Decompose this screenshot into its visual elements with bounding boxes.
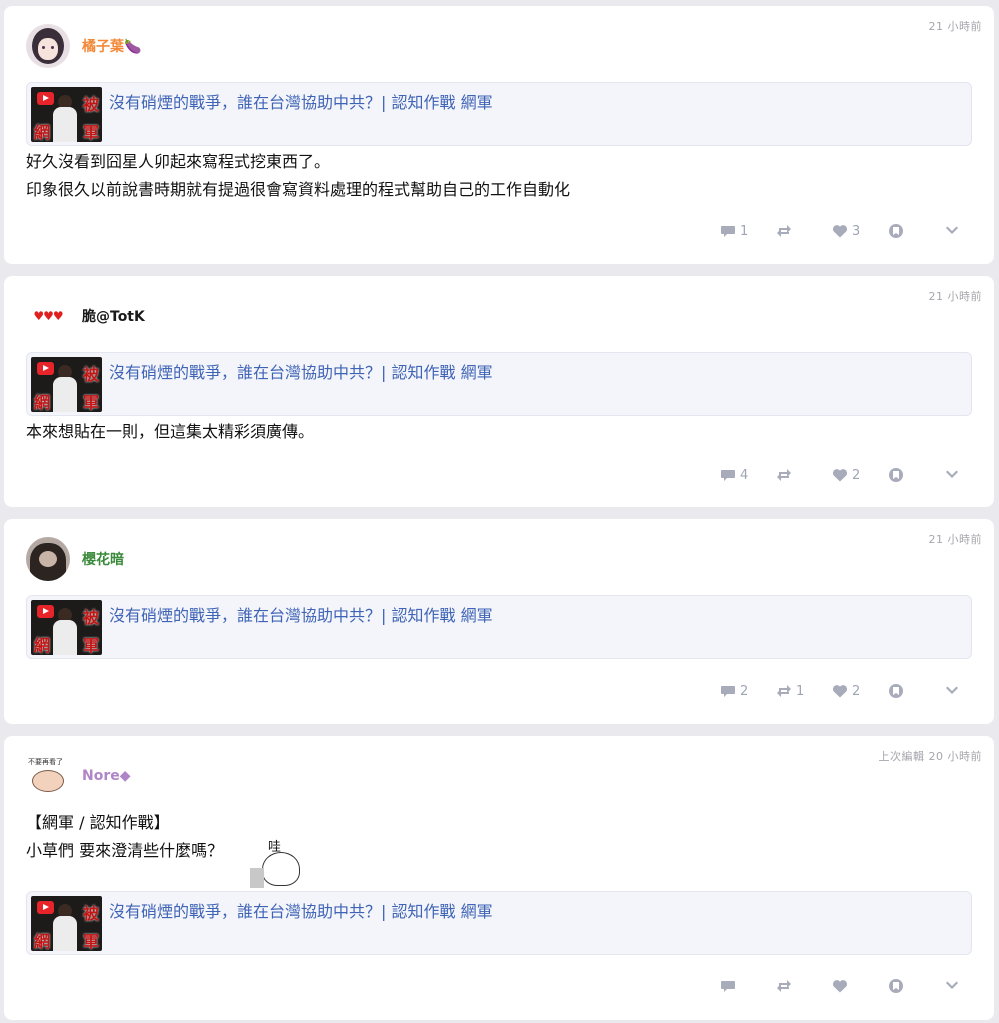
more-button[interactable] <box>944 467 964 483</box>
link-title[interactable]: 沒有硝煙的戰爭，誰在台灣協助中共？| 認知作戰 網軍 <box>109 898 493 922</box>
post-author[interactable]: 櫻花暗 <box>26 537 124 581</box>
reply-icon <box>721 470 735 481</box>
author-name[interactable]: 橘子葉🍆 <box>82 36 141 56</box>
post-content: 【網軍 / 認知作戰】 小草們 要來澄清些什麼嗎？ <box>26 813 224 860</box>
link-preview-card[interactable]: 被 網 軍 沒有硝煙的戰爭，誰在台灣協助中共？| 認知作戰 網軍 <box>26 82 972 146</box>
link-preview-card[interactable]: 被 網 軍 沒有硝煙的戰爭，誰在台灣協助中共？| 認知作戰 網軍 <box>26 352 972 416</box>
post-actions: 1 3 <box>720 221 964 241</box>
post-content: 好久沒看到囧星人卯起來寫程式挖東西了。 印象很久以前說書時期就有提過很會寫資料處… <box>26 152 571 199</box>
reply-button[interactable]: 2 <box>720 683 776 699</box>
link-title[interactable]: 沒有硝煙的戰爭，誰在台灣協助中共？| 認知作戰 網軍 <box>109 89 493 113</box>
play-icon <box>37 901 54 914</box>
video-thumbnail: 被 網 軍 <box>31 896 102 951</box>
post-time[interactable]: 上次編輯 20 小時前 <box>879 748 983 764</box>
chevron-down-icon <box>946 981 958 989</box>
more-button[interactable] <box>944 223 964 239</box>
bookmark-button[interactable] <box>888 223 944 239</box>
boost-icon <box>777 685 791 697</box>
post-actions: 4 2 <box>720 465 964 485</box>
more-button[interactable] <box>944 683 964 699</box>
post-actions: 2 1 2 <box>720 681 964 701</box>
avatar[interactable]: ♥♥♥ <box>26 294 70 338</box>
boost-button[interactable] <box>776 223 832 239</box>
reply-icon <box>721 981 735 992</box>
video-thumbnail: 被 網 軍 <box>31 357 102 412</box>
reply-button[interactable] <box>720 978 776 994</box>
video-thumbnail: 被 網 軍 <box>31 600 102 655</box>
avatar[interactable] <box>26 24 70 68</box>
post-card: 上次編輯 20 小時前 不要再看了 Nore◆ 【網軍 / 認知作戰】 小草們 … <box>4 736 994 1020</box>
video-thumbnail: 被 網 軍 <box>31 87 102 142</box>
bookmark-button[interactable] <box>888 683 944 699</box>
like-button[interactable]: 2 <box>832 683 888 699</box>
heart-icon <box>832 980 848 993</box>
post-time[interactable]: 21 小時前 <box>929 18 983 34</box>
link-title[interactable]: 沒有硝煙的戰爭，誰在台灣協助中共？| 認知作戰 網軍 <box>109 359 493 383</box>
post-actions <box>720 976 964 996</box>
post-content: 本來想貼在一則，但這集太精彩須廣傳。 <box>26 422 315 441</box>
reply-icon <box>721 686 735 697</box>
post-author[interactable]: 橘子葉🍆 <box>26 24 141 68</box>
reply-button[interactable]: 1 <box>720 223 776 239</box>
post-card: 21 小時前 橘子葉🍆 被 網 軍 沒有硝煙的戰爭，誰在台灣協助中共？| 認知作… <box>4 6 994 264</box>
bookmark-button[interactable] <box>888 467 944 483</box>
play-icon <box>37 605 54 618</box>
post-author[interactable]: 不要再看了 Nore◆ <box>26 754 131 798</box>
boost-button[interactable] <box>776 978 832 994</box>
more-button[interactable] <box>944 978 964 994</box>
author-name[interactable]: 櫻花暗 <box>82 549 124 569</box>
sticker-image: 哇 <box>250 836 304 888</box>
play-icon <box>37 92 54 105</box>
post-time[interactable]: 21 小時前 <box>929 531 983 547</box>
like-button[interactable] <box>832 978 888 994</box>
heart-icon <box>832 469 848 482</box>
boost-button[interactable]: 1 <box>776 683 832 699</box>
link-preview-card[interactable]: 被 網 軍 沒有硝煙的戰爭，誰在台灣協助中共？| 認知作戰 網軍 <box>26 891 972 955</box>
author-name[interactable]: 脆@TotK <box>82 306 145 326</box>
reply-icon <box>721 226 735 237</box>
heart-icon <box>832 685 848 698</box>
boost-icon <box>777 225 791 237</box>
reply-button[interactable]: 4 <box>720 467 776 483</box>
link-preview-card[interactable]: 被 網 軍 沒有硝煙的戰爭，誰在台灣協助中共？| 認知作戰 網軍 <box>26 595 972 659</box>
like-button[interactable]: 2 <box>832 467 888 483</box>
boost-icon <box>777 469 791 481</box>
bookmark-icon <box>889 979 903 993</box>
post-author[interactable]: ♥♥♥ 脆@TotK <box>26 294 145 338</box>
post-card: 21 小時前 ♥♥♥ 脆@TotK 被 網 軍 沒有硝煙的戰爭，誰在台灣協助中共… <box>4 276 994 507</box>
chevron-down-icon <box>946 686 958 694</box>
play-icon <box>37 362 54 375</box>
chevron-down-icon <box>946 470 958 478</box>
heart-icon <box>832 225 848 238</box>
post-card: 21 小時前 櫻花暗 被 網 軍 沒有硝煙的戰爭，誰在台灣協助中共？| 認知作戰… <box>4 519 994 724</box>
boost-icon <box>777 980 791 992</box>
avatar[interactable] <box>26 537 70 581</box>
bookmark-icon <box>889 468 903 482</box>
bookmark-button[interactable] <box>888 978 944 994</box>
chevron-down-icon <box>946 226 958 234</box>
boost-button[interactable] <box>776 467 832 483</box>
author-name[interactable]: Nore◆ <box>82 768 131 784</box>
bookmark-icon <box>889 684 903 698</box>
avatar[interactable]: 不要再看了 <box>26 754 70 798</box>
post-time[interactable]: 21 小時前 <box>929 288 983 304</box>
bookmark-icon <box>889 224 903 238</box>
link-title[interactable]: 沒有硝煙的戰爭，誰在台灣協助中共？| 認知作戰 網軍 <box>109 602 493 626</box>
like-button[interactable]: 3 <box>832 223 888 239</box>
